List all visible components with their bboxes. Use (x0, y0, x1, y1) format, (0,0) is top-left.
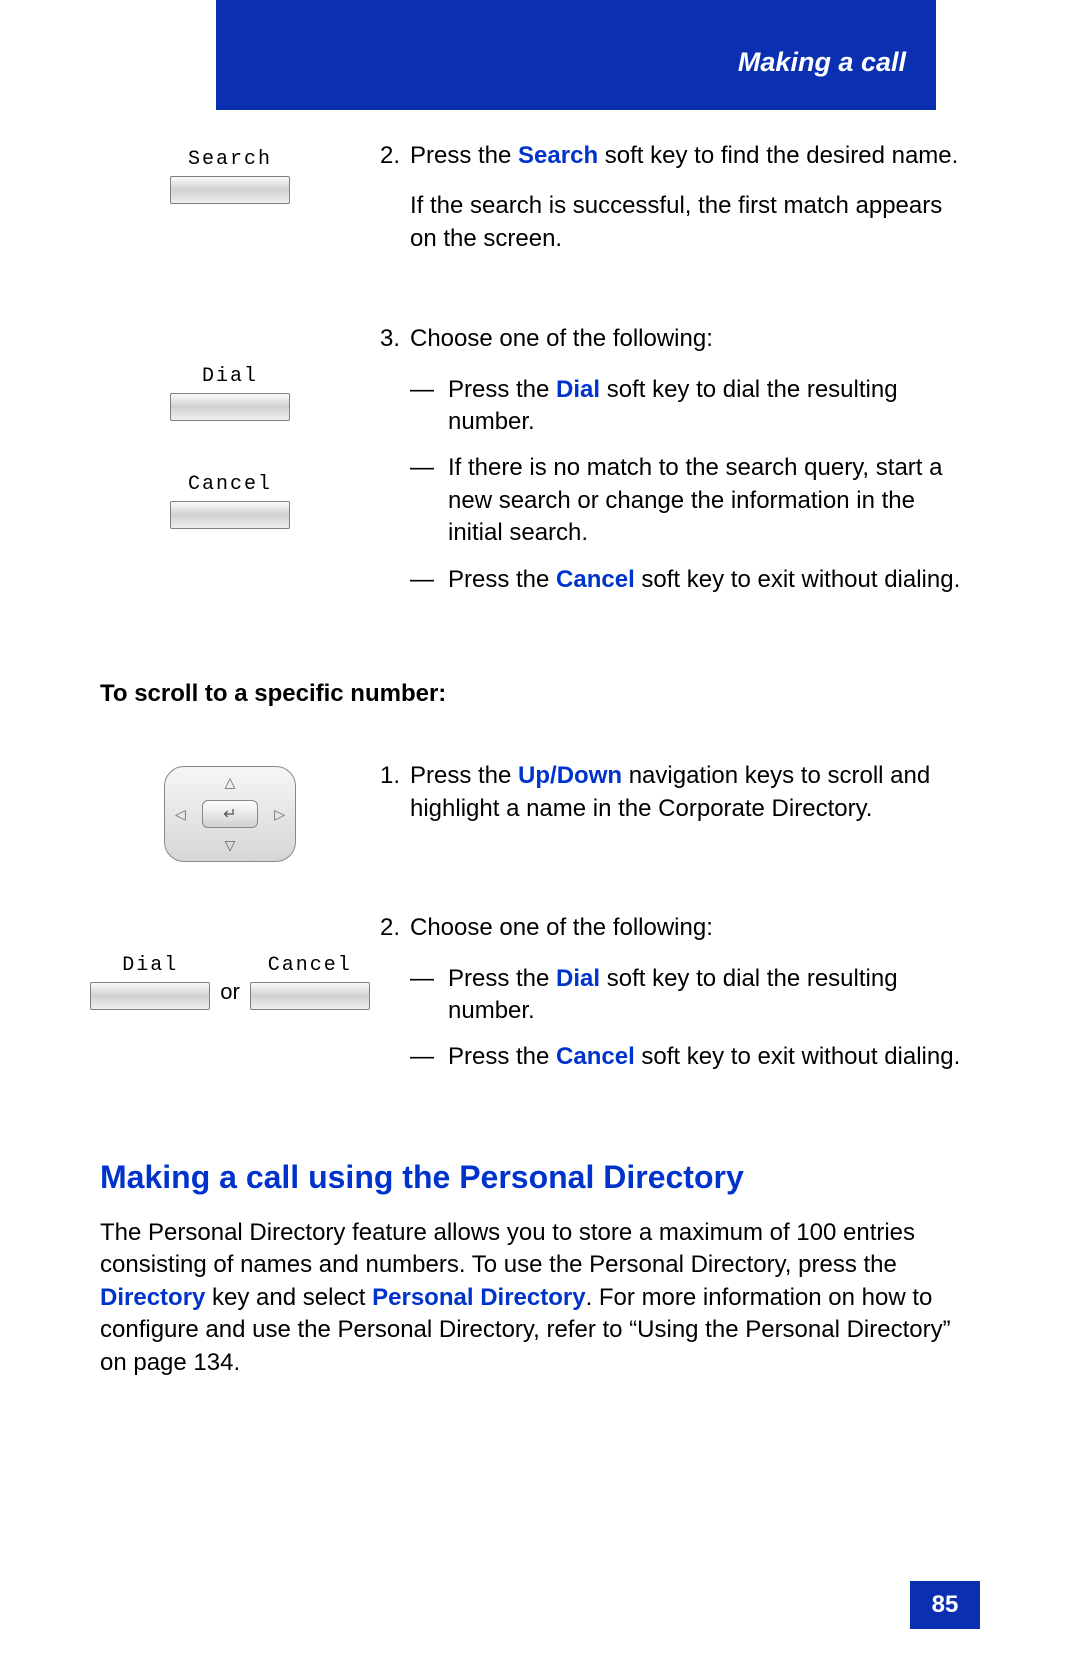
dash-item: —Press the Cancel soft key to exit witho… (410, 564, 970, 596)
step-2-keys: Search (100, 140, 360, 204)
cancel-softkey-label: Cancel (188, 471, 272, 498)
step-text: Choose one of the following: (410, 323, 970, 355)
page-number: 85 (910, 1581, 980, 1629)
step-3-row: Dial Cancel 3.Choose one of the followin… (100, 323, 980, 628)
scroll-step-2-text: 2.Choose one of the following: —Press th… (380, 912, 980, 1106)
step-number: 1. (380, 760, 410, 792)
scroll-step-1-row: △ ▽ ◁ ▷ ↵ 1.Press the Up/Down navigation… (100, 760, 980, 862)
section-title: Making a call using the Personal Directo… (100, 1156, 980, 1199)
cancel-softkey: Cancel (170, 471, 290, 529)
dial-softkey-label: Dial (122, 952, 178, 979)
chapter-header: Making a call (216, 0, 936, 110)
nav-enter-icon: ↵ (202, 800, 258, 828)
dial-softkey: Dial (170, 363, 290, 421)
nav-left-icon: ◁ (175, 805, 186, 824)
cancel-softkey-label: Cancel (268, 952, 352, 979)
search-softkey-button (170, 176, 290, 204)
step-2-text: 2.Press the Search soft key to find the … (380, 140, 980, 273)
dash-item: —Press the Dial soft key to dial the res… (410, 963, 970, 1028)
scroll-step-2-row: Dial or Cancel 2.Choose one of the follo… (100, 912, 980, 1106)
step-text: Press the Search soft key to find the de… (410, 140, 970, 172)
subheading: To scroll to a specific number: (100, 678, 980, 710)
dial-softkey-button (170, 393, 290, 421)
step-3-keys: Dial Cancel (100, 323, 360, 529)
cancel-softkey: Cancel (250, 952, 370, 1010)
search-softkey-label: Search (188, 146, 272, 173)
scroll-step-1-text: 1.Press the Up/Down navigation keys to s… (380, 760, 980, 843)
dial-softkey-button (90, 982, 210, 1010)
cancel-softkey-button (250, 982, 370, 1010)
scroll-step-2-keys: Dial or Cancel (100, 912, 360, 1010)
step-text: Choose one of the following: (410, 912, 970, 944)
step-number: 3. (380, 323, 410, 355)
section-paragraph: The Personal Directory feature allows yo… (100, 1217, 980, 1379)
step-text: Press the Up/Down navigation keys to scr… (410, 760, 970, 825)
page-content: Search 2.Press the Search soft key to fi… (100, 140, 980, 1379)
step-text: If the search is successful, the first m… (410, 190, 970, 255)
step-number: 2. (380, 140, 410, 172)
step-2-row: Search 2.Press the Search soft key to fi… (100, 140, 980, 273)
cancel-softkey-button (170, 501, 290, 529)
chapter-title: Making a call (738, 44, 906, 80)
or-text: or (220, 977, 240, 1011)
nav-down-icon: ▽ (225, 836, 236, 855)
keyword-updown: Up/Down (518, 762, 622, 789)
nav-right-icon: ▷ (274, 805, 285, 824)
scroll-step-1-keys: △ ▽ ◁ ▷ ↵ (100, 760, 360, 862)
dial-softkey: Dial (90, 952, 210, 1010)
step-number: 2. (380, 912, 410, 944)
keyword-cancel: Cancel (556, 566, 635, 593)
nav-up-icon: △ (225, 773, 236, 792)
keyword-dial: Dial (556, 376, 600, 403)
keyword-personal-directory: Personal Directory (372, 1284, 585, 1311)
keyword-directory: Directory (100, 1284, 205, 1311)
dash-item: —Press the Dial soft key to dial the res… (410, 374, 970, 439)
nav-key-icon: △ ▽ ◁ ▷ ↵ (164, 766, 296, 862)
dash-item: —Press the Cancel soft key to exit witho… (410, 1041, 970, 1073)
step-3-text: 3.Choose one of the following: —Press th… (380, 323, 980, 628)
keyword-cancel: Cancel (556, 1043, 635, 1070)
keyword-dial: Dial (556, 965, 600, 992)
dash-item: —If there is no match to the search quer… (410, 452, 970, 549)
dial-softkey-label: Dial (202, 363, 258, 390)
keyword-search: Search (518, 142, 598, 169)
search-softkey: Search (170, 146, 290, 204)
